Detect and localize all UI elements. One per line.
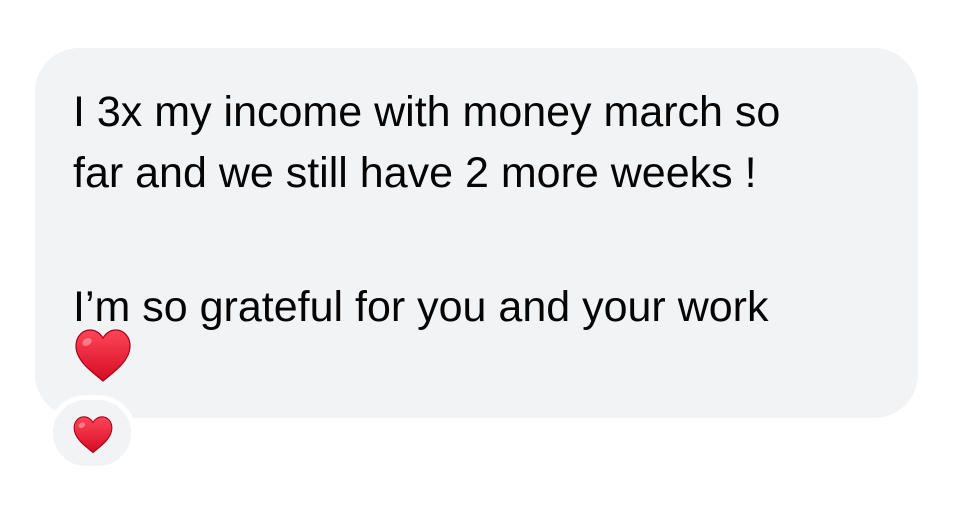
message-line-3: I’m so grateful for you and your work xyxy=(73,283,769,331)
chat-view: I 3x my income with money march so far a… xyxy=(0,0,954,510)
heart-reaction-icon xyxy=(72,415,114,455)
heart-icon xyxy=(73,328,133,384)
message-line-1: I 3x my income with money march so xyxy=(73,88,781,136)
reaction-badge[interactable] xyxy=(48,395,136,471)
message-bubble[interactable]: I 3x my income with money march so far a… xyxy=(35,48,918,418)
message-line-2: far and we still have 2 more weeks ! xyxy=(73,149,757,197)
